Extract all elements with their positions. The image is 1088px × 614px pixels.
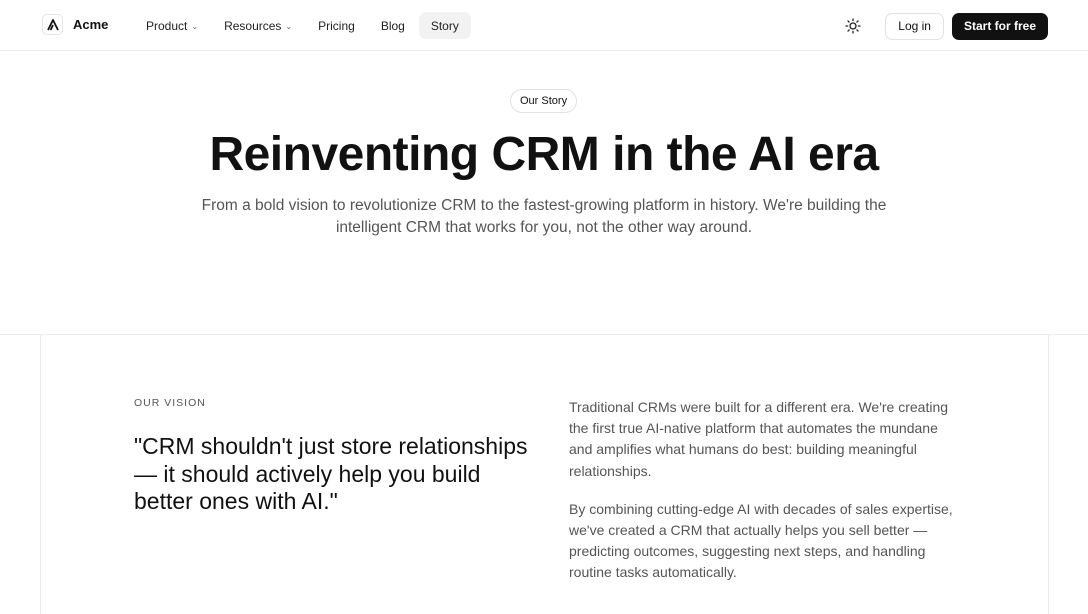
nav-item-resources[interactable]: Resources ⌄ [212, 12, 304, 39]
nav-item-label: Pricing [318, 18, 355, 33]
vision-quote: "CRM shouldn't just store relationships … [134, 433, 528, 514]
vision-section: OUR VISION "CRM shouldn't just store rel… [40, 335, 1049, 614]
chevron-down-icon: ⌄ [191, 22, 199, 31]
vision-body: Traditional CRMs were built for a differ… [569, 397, 959, 601]
brand[interactable]: Acme [42, 14, 108, 35]
site-header: Acme Product ⌄ Resources ⌄ Pricing Blog … [0, 0, 1088, 51]
hero-section: Our Story Reinventing CRM in the AI era … [0, 51, 1088, 334]
start-for-free-button[interactable]: Start for free [951, 12, 1048, 40]
nav-item-pricing[interactable]: Pricing [306, 12, 367, 39]
nav-item-label: Resources [224, 18, 282, 33]
nav-item-label: Story [430, 18, 459, 33]
login-button[interactable]: Log in [885, 12, 944, 40]
nav-item-product[interactable]: Product ⌄ [134, 12, 210, 39]
vision-paragraph: By combining cutting-edge AI with decade… [569, 500, 953, 581]
brand-name: Acme [73, 17, 109, 32]
vision-eyebrow: OUR VISION [134, 397, 206, 409]
page-title: Reinventing CRM in the AI era [209, 128, 879, 181]
chevron-down-icon: ⌄ [285, 22, 293, 31]
header-actions: Log in Start for free [839, 12, 1048, 40]
vision-paragraph: Traditional CRMs were built for a differ… [569, 399, 949, 479]
nav-item-label: Product [146, 18, 188, 33]
sun-icon [845, 18, 861, 34]
nav-item-story[interactable]: Story [418, 12, 471, 39]
nav-item-label: Blog [380, 18, 405, 33]
acme-logo-icon [42, 14, 63, 35]
our-story-badge: Our Story [510, 89, 578, 113]
nav-item-blog[interactable]: Blog [369, 12, 417, 39]
hero-subtitle: From a bold vision to revolutionize CRM … [201, 197, 887, 236]
main-nav: Product ⌄ Resources ⌄ Pricing Blog Story [134, 12, 473, 39]
theme-toggle-button[interactable] [839, 12, 867, 40]
